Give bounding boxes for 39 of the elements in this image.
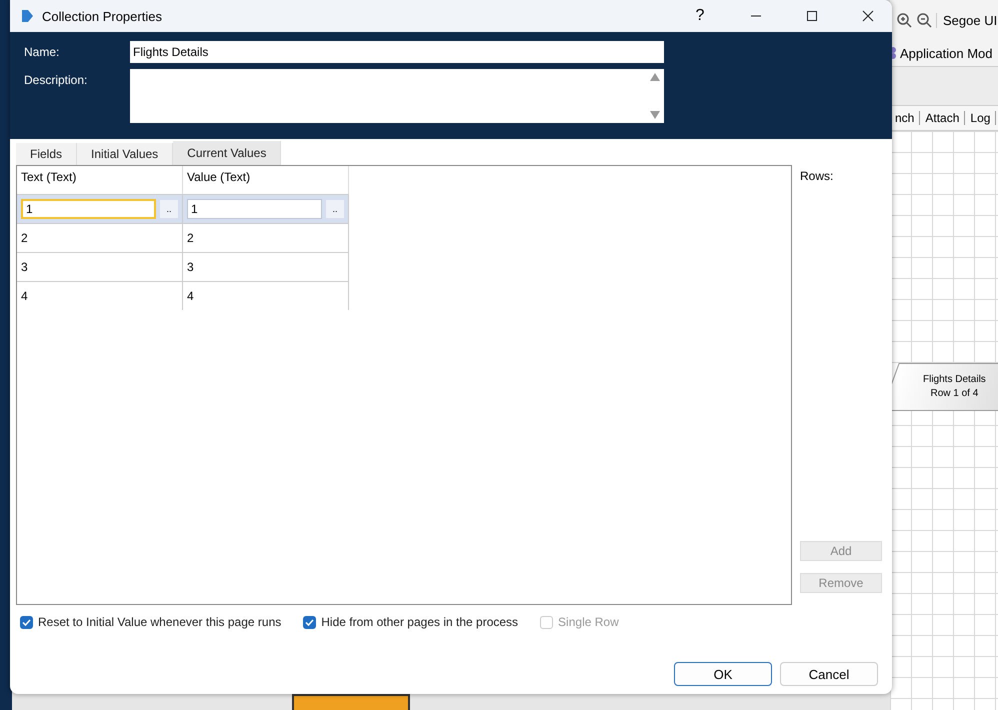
table-cell: 3 <box>17 252 183 281</box>
checkbox[interactable] <box>20 616 33 628</box>
window-title: Collection Properties <box>42 8 163 24</box>
checkbox-label: Reset to Initial Value whenever this page runs <box>38 615 282 629</box>
app-tab[interactable]: Log <box>965 111 996 125</box>
ok-button[interactable]: OK <box>674 662 772 686</box>
table-cell: 2 <box>17 223 183 252</box>
help-button[interactable]: ? <box>676 0 724 32</box>
description-field[interactable] <box>130 69 664 123</box>
font-box[interactable]: Segoe UI <box>936 12 998 28</box>
zoom-out-icon[interactable] <box>916 12 932 28</box>
name-label: Name: <box>24 44 60 59</box>
app-logo-icon <box>20 9 34 23</box>
checkbox[interactable] <box>303 616 316 628</box>
browse-button[interactable]: .. <box>326 200 344 218</box>
tab[interactable]: Current Values <box>173 141 282 165</box>
scroll-down-icon[interactable] <box>650 111 660 119</box>
table-cell: 2 <box>183 223 349 252</box>
tab[interactable]: Fields <box>16 143 78 165</box>
table-cell: 4 <box>183 281 349 310</box>
cancel-button[interactable]: Cancel <box>780 662 878 686</box>
browse-button[interactable]: .. <box>160 200 178 218</box>
maximize-icon <box>806 10 818 22</box>
shape-label: Flights Details Row 1 of 4 <box>922 373 986 401</box>
rows-label: Rows: <box>800 168 834 185</box>
description-label: Description: <box>24 72 88 87</box>
cell-input[interactable]: 1 <box>187 199 322 219</box>
table-cell: 3 <box>183 252 349 281</box>
checkbox-label: Hide from other pages in the process <box>321 615 518 629</box>
close-icon <box>862 10 874 22</box>
checkbox-label: Single Row <box>558 615 619 629</box>
scroll-up-icon[interactable] <box>650 73 660 81</box>
zoom-in-icon[interactable] <box>896 12 912 28</box>
table-cell: 4 <box>17 281 183 310</box>
app-tab[interactable]: Attach <box>920 111 966 125</box>
menu-item[interactable]: Application Mod <box>900 46 992 60</box>
cell-input[interactable]: 1 <box>21 199 156 219</box>
tab[interactable]: Initial Values <box>77 143 174 165</box>
name-field[interactable]: Flights Details <box>130 41 664 63</box>
